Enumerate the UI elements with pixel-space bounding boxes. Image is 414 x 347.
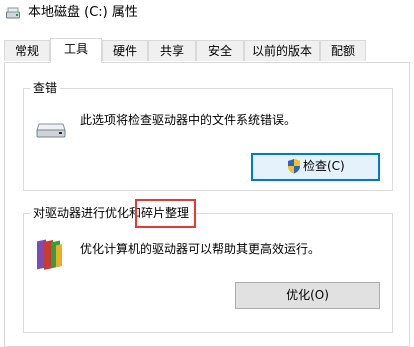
tab-strip: 常规 工具 硬件 共享 安全 以前的版本 配额: [0, 38, 414, 63]
error-check-description: 此选项将检查驱动器中的文件系统错误。: [80, 113, 297, 127]
optimize-group: 对驱动器进行优化和碎片整理 优化计算机的驱动器可以帮助其更高效运行。 优化(O): [23, 205, 393, 333]
optimize-description: 优化计算机的驱动器可以帮助其更高效运行。: [80, 242, 321, 256]
check-button[interactable]: 检查(C): [251, 153, 380, 181]
tab-tools[interactable]: 工具: [50, 38, 102, 63]
error-check-group: 查错 此选项将检查驱动器中的文件系统错误。 检查(C): [23, 80, 393, 191]
tab-general[interactable]: 常规: [4, 40, 50, 61]
tab-quota[interactable]: 配额: [320, 40, 366, 61]
defrag-icon: [37, 239, 62, 270]
title-bar: 本地磁盘 (C:) 属性: [0, 0, 414, 28]
tab-previous-versions[interactable]: 以前的版本: [244, 40, 320, 61]
drive-icon: [6, 7, 20, 19]
uac-shield-icon: [288, 159, 300, 174]
optimize-button[interactable]: 优化(O): [235, 282, 380, 309]
tab-security[interactable]: 安全: [196, 40, 244, 61]
tab-hardware[interactable]: 硬件: [102, 40, 148, 61]
check-button-label: 检查(C): [303, 159, 345, 173]
window-title: 本地磁盘 (C:) 属性: [28, 5, 138, 20]
tab-sharing[interactable]: 共享: [148, 40, 196, 61]
tab-panel-tools: 查错 此选项将检查驱动器中的文件系统错误。 检查(C) 对驱动器进行优化和碎片整…: [4, 62, 410, 347]
hard-drive-icon: [36, 123, 66, 138]
error-check-title: 查错: [30, 80, 61, 96]
optimize-title: 对驱动器进行优化和碎片整理: [30, 205, 193, 221]
